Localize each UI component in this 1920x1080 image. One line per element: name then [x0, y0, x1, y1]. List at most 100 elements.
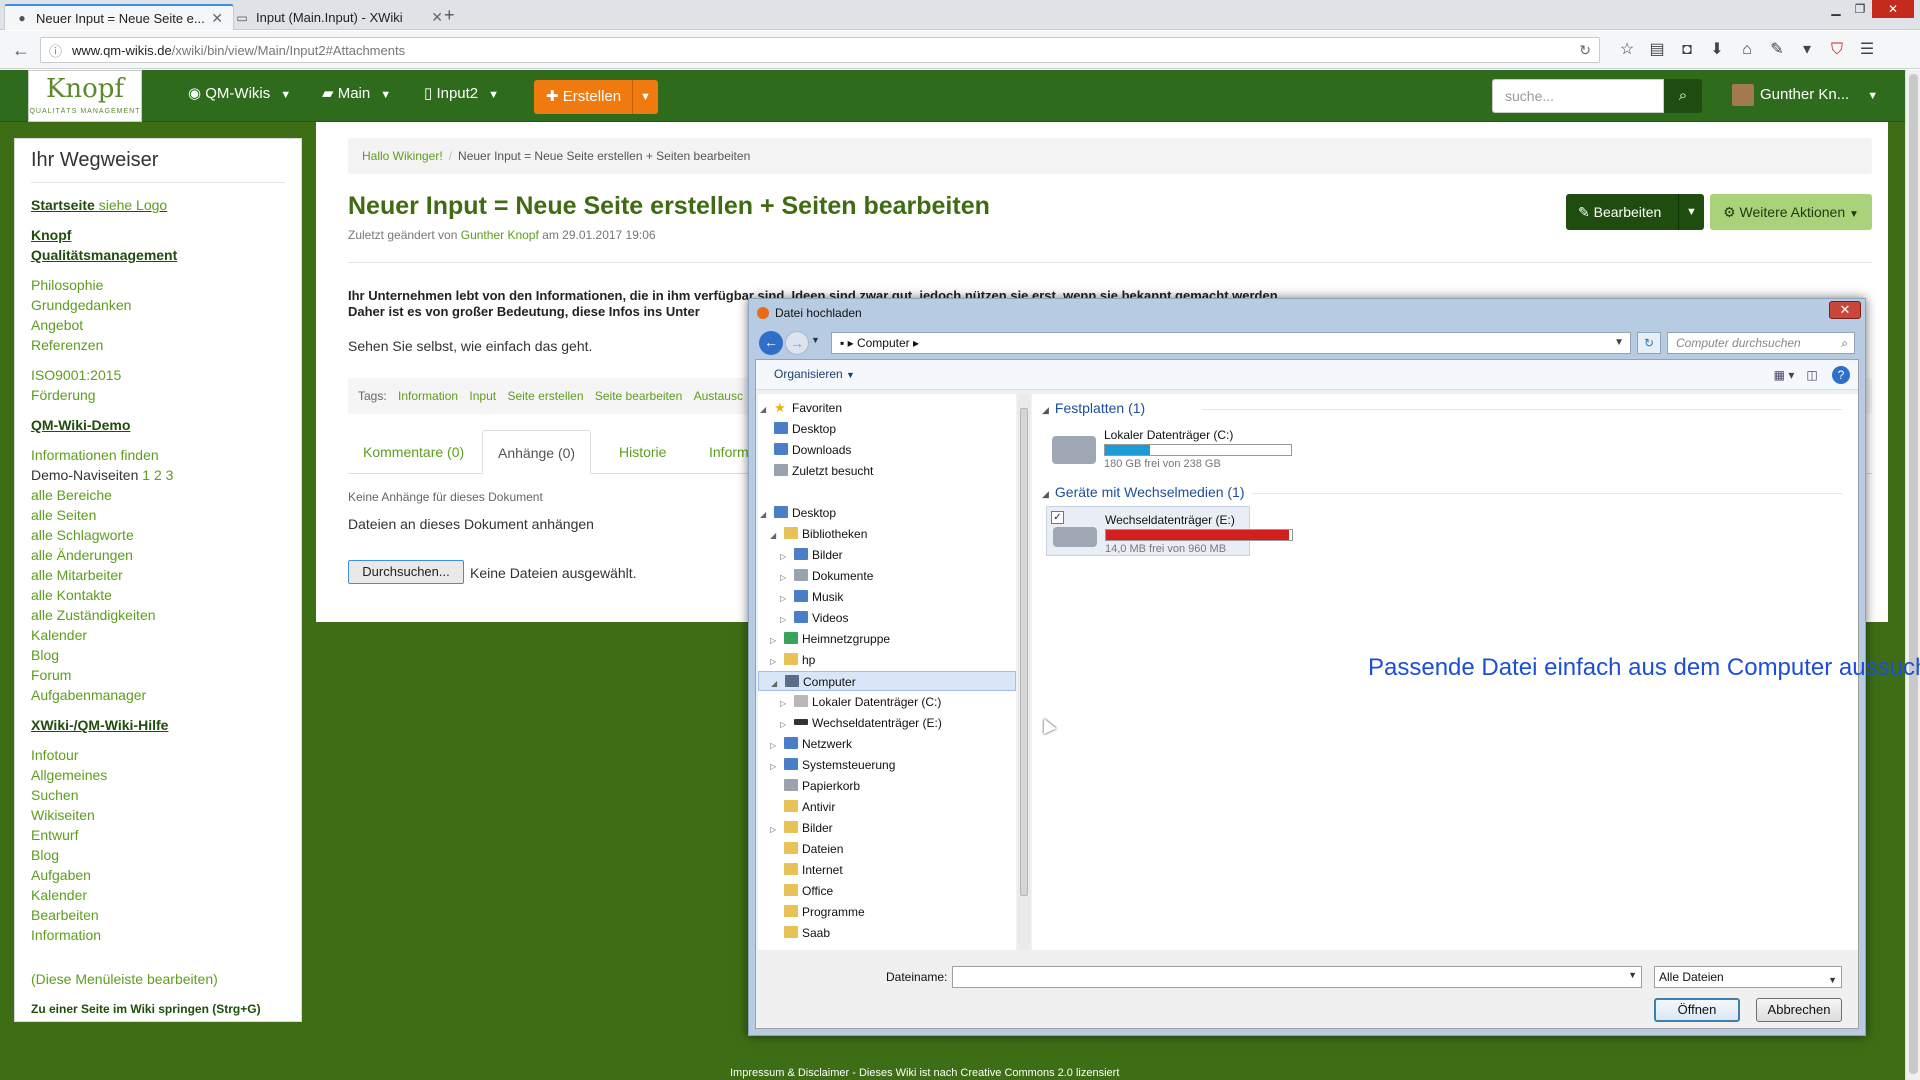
organize-button[interactable]: Organisieren ▼ [774, 367, 855, 381]
sidebar-link-qm[interactable]: Qualitätsmanagement [31, 245, 285, 265]
tree-item-computer[interactable]: ◢ Computer [758, 671, 1016, 691]
tag-link[interactable]: Seite bearbeiten [595, 389, 682, 403]
sidebar-item[interactable]: Blog [31, 845, 285, 865]
new-tab-icon[interactable]: + [444, 5, 455, 26]
sidebar-item[interactable]: Information [31, 925, 285, 945]
sidebar-item[interactable]: Kalender [31, 885, 285, 905]
sidebar-item[interactable]: Förderung [31, 385, 285, 405]
tree-item-saab[interactable]: Saab [780, 923, 830, 943]
home-icon[interactable]: ⌂ [1732, 37, 1762, 63]
sidebar-item[interactable]: Blog [31, 645, 285, 665]
filename-dropdown-icon[interactable]: ▼ [1628, 970, 1637, 980]
group-header-hdd[interactable]: ◢ Festplatten (1) [1042, 400, 1842, 416]
user-menu[interactable]: Gunther Kn... ▼ [1732, 84, 1878, 106]
close-tab-icon[interactable]: ✕ [431, 9, 443, 26]
sidebar-item[interactable]: Informationen finden [31, 445, 285, 465]
tree-item-homegroup[interactable]: ▷ Heimnetzgruppe [770, 629, 890, 649]
sidebar-item[interactable]: alle Zuständigkeiten [31, 605, 285, 625]
tree-item-recent[interactable]: Zuletzt besucht [770, 461, 873, 481]
tree-item-control-panel[interactable]: ▷ Systemsteuerung [770, 755, 895, 775]
drive-c-item[interactable]: Lokaler Datenträger (C:) 180 GB frei von… [1046, 422, 1292, 472]
dialog-back-icon[interactable]: ← [759, 331, 783, 355]
site-logo[interactable]: Knopf QUALITÄTS MANAGEMENT [28, 70, 142, 122]
sidebar-item[interactable]: Entwurf [31, 825, 285, 845]
tree-item-drive-e[interactable]: ▷ Wechseldatenträger (E:) [780, 713, 942, 733]
footer-text[interactable]: Impressum & Disclaimer - Dieses Wiki ist… [730, 1067, 1119, 1079]
meta-author[interactable]: Gunther Knopf [461, 228, 539, 242]
collapse-arrow-icon[interactable]: ▷ [780, 589, 790, 609]
selection-checkbox[interactable]: ✓ [1051, 511, 1064, 524]
expand-arrow-icon[interactable]: ◢ [770, 526, 780, 546]
sidebar-item[interactable]: Wikiseiten [31, 805, 285, 825]
create-dropdown-icon[interactable]: ▼ [632, 80, 658, 114]
help-icon[interactable]: ? [1832, 366, 1850, 384]
url-bar[interactable]: ⓘ www.qm-wikis.de/xwiki/bin/view/Main/In… [40, 37, 1600, 63]
minimize-icon[interactable]: ▁ [1824, 0, 1848, 18]
tag-link[interactable]: Seite erstellen [507, 389, 583, 403]
sidebar-item[interactable]: alle Seiten [31, 505, 285, 525]
tree-item-bilder[interactable]: ▷ Bilder [770, 818, 833, 838]
tree-item-documents[interactable]: ▷ Dokumente [780, 566, 873, 586]
cancel-button[interactable]: Abbrechen [1756, 998, 1842, 1022]
sidebar-item[interactable]: Infotour [31, 745, 285, 765]
tree-scrollbar[interactable] [1018, 394, 1030, 950]
sidebar-heading-help[interactable]: XWiki-/QM-Wiki-Hilfe [31, 715, 285, 735]
tree-item-drive-c[interactable]: ▷ Lokaler Datenträger (C:) [780, 692, 941, 712]
tag-link[interactable]: Input [469, 389, 496, 403]
dialog-forward-icon[interactable]: → [785, 331, 809, 355]
close-tab-icon[interactable]: ✕ [211, 10, 223, 27]
filetype-select[interactable]: Alle Dateien ▼ [1654, 966, 1842, 988]
sidebar-item[interactable]: alle Bereiche [31, 485, 285, 505]
demo-navi-pages[interactable]: 1 2 3 [142, 467, 173, 483]
tab-comments[interactable]: Kommentare (0) [348, 430, 479, 474]
expand-arrow-icon[interactable]: ◢ [760, 505, 770, 525]
menu-input2[interactable]: ▯ Input2 ▼ [424, 84, 499, 102]
sidebar-item[interactable]: ISO9001:2015 [31, 365, 285, 385]
chevron-down-icon[interactable]: ▼ [1867, 90, 1878, 102]
tree-item-antivir[interactable]: Antivir [780, 797, 835, 817]
tree-item-hp[interactable]: ▷ hp [770, 650, 815, 670]
collapse-arrow-icon[interactable]: ▷ [780, 547, 790, 567]
dialog-refresh-icon[interactable]: ↻ [1637, 332, 1661, 354]
tree-item-music[interactable]: ▷ Musik [780, 587, 843, 607]
scrollbar-thumb[interactable] [1909, 74, 1918, 1074]
site-info-icon[interactable]: ⓘ [49, 41, 62, 60]
filetype-dropdown-icon[interactable]: ▼ [1828, 970, 1837, 990]
sidebar-jump-link[interactable]: Zu einer Seite im Wiki springen (Strg+G) [31, 999, 285, 1019]
history-dropdown-icon[interactable]: ▼ [811, 335, 820, 345]
tree-item-downloads[interactable]: Downloads [770, 440, 851, 460]
chevron-down-icon[interactable]: ▼ [280, 89, 291, 101]
sidebar-edit-menu[interactable]: (Diese Menüleiste bearbeiten) [31, 969, 285, 989]
drive-e-item[interactable]: ✓ Wechseldatenträger (E:) 14,0 MB frei v… [1046, 506, 1293, 556]
tree-scrollbar-thumb[interactable] [1020, 408, 1028, 896]
edit-dropdown-icon[interactable]: ▼ [1678, 194, 1704, 230]
tree-item-recycle-bin[interactable]: Papierkorb [780, 776, 860, 796]
bookmark-star-icon[interactable]: ☆ [1612, 37, 1642, 63]
address-dropdown-icon[interactable]: ▼ [1614, 333, 1624, 353]
create-button[interactable]: ✚ Erstellen ▼ [534, 80, 658, 114]
sidebar-item[interactable]: Philosophie [31, 275, 285, 295]
chevron-down-icon[interactable]: ▼ [380, 89, 391, 101]
collapse-arrow-icon[interactable]: ▷ [770, 736, 780, 756]
page-scrollbar[interactable] [1905, 70, 1920, 1080]
dialog-close-button[interactable]: ✕ [1829, 301, 1861, 319]
close-window-icon[interactable]: ✕ [1872, 0, 1914, 18]
preview-pane-icon[interactable]: ◫ [1798, 365, 1826, 385]
chevron-down-icon[interactable]: ▼ [488, 89, 499, 101]
sidebar-heading-demo[interactable]: QM-Wiki-Demo [31, 415, 285, 435]
sidebar-link-startseite[interactable]: Startseite siehe Logo [31, 195, 285, 215]
tree-item-network[interactable]: ▷ Netzwerk [770, 734, 852, 754]
back-icon[interactable]: ← [8, 37, 34, 63]
menu-main[interactable]: ▰ Main ▼ [322, 84, 391, 102]
collapse-arrow-icon[interactable]: ▷ [780, 568, 790, 588]
tab-history[interactable]: Historie [604, 430, 681, 474]
breadcrumb-home[interactable]: Hallo Wikinger! [362, 149, 443, 163]
sidebar-item[interactable]: alle Kontakte [31, 585, 285, 605]
tree-item-dateien[interactable]: Dateien [780, 839, 843, 859]
menu-qm-wikis[interactable]: ◉ QM-Wikis ▼ [188, 84, 291, 102]
tag-link[interactable]: Information [398, 389, 458, 403]
tree-item-office[interactable]: Office [780, 881, 833, 901]
sidebar-item[interactable]: Bearbeiten [31, 905, 285, 925]
browser-tab-active[interactable]: ● Neuer Input = Neue Seite e... ✕ [4, 4, 234, 30]
reading-list-icon[interactable]: ▤ [1642, 37, 1672, 63]
